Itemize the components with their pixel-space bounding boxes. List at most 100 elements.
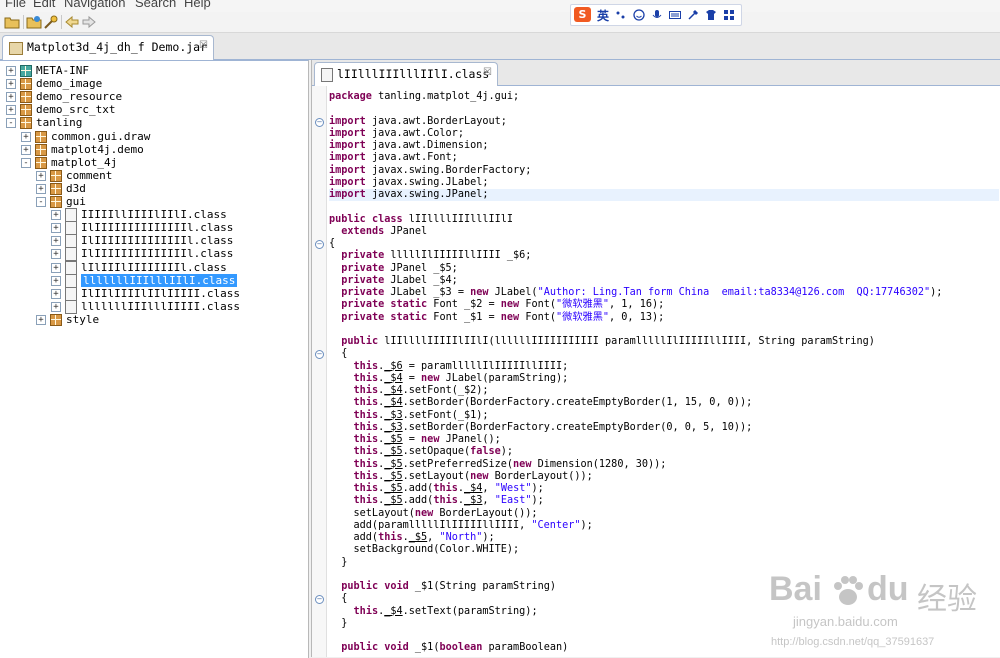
tree-item-package[interactable]: + comment bbox=[0, 169, 306, 182]
code-line[interactable]: this._$4.setFont(_$2); bbox=[329, 385, 999, 397]
code-line[interactable]: import javax.swing.JLabel; bbox=[329, 177, 999, 189]
open-file-icon[interactable] bbox=[4, 14, 20, 30]
code-line[interactable]: setBackground(Color.WHITE); bbox=[329, 544, 999, 556]
code-line[interactable]: this._$4.setBorder(BorderFactory.createE… bbox=[329, 397, 999, 409]
expand-icon[interactable]: + bbox=[6, 66, 16, 76]
tab-class-file[interactable]: lIIlllIIIlllIIlI.class ☒ bbox=[314, 62, 498, 86]
code-line[interactable]: this._$6 = paramlllllIlIIIIIllIIII; bbox=[329, 361, 999, 373]
expand-icon[interactable]: + bbox=[21, 144, 31, 155]
expand-icon[interactable]: + bbox=[51, 301, 61, 312]
expand-icon[interactable]: + bbox=[36, 314, 46, 325]
code-line[interactable]: import java.awt.Font; bbox=[329, 152, 999, 164]
collapse-icon[interactable]: - bbox=[36, 197, 46, 207]
tree-item-package[interactable]: + demo_resource bbox=[0, 90, 306, 104]
tree-item-class[interactable]: + lllllllIIIlllIIlI.class bbox=[0, 273, 306, 288]
expand-icon[interactable]: + bbox=[51, 262, 61, 273]
code-line[interactable]: public void _$1(String paramString) bbox=[329, 581, 999, 593]
expand-icon[interactable]: + bbox=[51, 236, 61, 247]
code-line[interactable]: package tanling.matplot_4j.gui; bbox=[329, 91, 999, 103]
sogou-logo-icon[interactable]: S bbox=[574, 7, 591, 22]
code-line[interactable]: import javax.swing.JPanel; bbox=[329, 189, 999, 201]
tree-item-class[interactable]: + lllllllIIIlllIIIII.class bbox=[0, 299, 306, 314]
expand-icon[interactable]: + bbox=[51, 210, 61, 221]
code-line[interactable]: this._$5.setOpaque(false); bbox=[329, 446, 999, 458]
tree-item-package[interactable]: + d3d bbox=[0, 182, 306, 195]
code-line[interactable]: this._$5.setPreferredSize(new Dimension(… bbox=[329, 459, 999, 471]
code-line[interactable]: import java.awt.Color; bbox=[329, 128, 999, 140]
menu-search[interactable]: Search bbox=[135, 0, 176, 10]
menu-file[interactable]: File bbox=[5, 0, 26, 10]
fold-toggle-icon[interactable]: − bbox=[315, 117, 324, 127]
tree-item-class[interactable]: + IlIIIIIIIIIIIIIIl.class bbox=[0, 247, 306, 262]
mic-icon[interactable] bbox=[651, 9, 663, 21]
code-line[interactable]: { bbox=[329, 593, 999, 605]
code-line[interactable]: this._$4 = new JLabel(paramString); bbox=[329, 373, 999, 385]
forward-arrow-icon[interactable] bbox=[81, 14, 97, 30]
code-line[interactable]: extends JPanel bbox=[329, 226, 999, 238]
tree-item-class[interactable]: + lIlIIIlIIIIIIIIl.class bbox=[0, 260, 306, 275]
tab-jar-file[interactable]: Matplot3d_4j_dh_f Demo.jar ☒ bbox=[2, 35, 214, 60]
code-line[interactable] bbox=[329, 569, 999, 581]
skin-icon[interactable] bbox=[705, 9, 717, 21]
code-line[interactable] bbox=[329, 630, 999, 642]
expand-icon[interactable]: + bbox=[6, 92, 16, 103]
code-line[interactable]: add(this._$5, "North"); bbox=[329, 532, 999, 544]
code-line[interactable]: public class lIIllllIIIlllIIlI bbox=[329, 214, 999, 226]
menu-edit[interactable]: Edit bbox=[33, 0, 55, 10]
code-line[interactable]: add(paramlllllIlIIIIIllIIII, "Center"); bbox=[329, 520, 999, 532]
code-line[interactable]: public void _$1(boolean paramBoolean) bbox=[329, 642, 999, 654]
code-line[interactable]: import java.awt.BorderLayout; bbox=[329, 116, 999, 128]
tools-icon[interactable] bbox=[687, 9, 699, 21]
code-line[interactable] bbox=[329, 324, 999, 336]
expand-icon[interactable]: + bbox=[21, 131, 31, 142]
code-line[interactable] bbox=[329, 103, 999, 115]
code-line[interactable] bbox=[329, 201, 999, 213]
code-line[interactable]: this._$5 = new JPanel(); bbox=[329, 434, 999, 446]
expand-icon[interactable]: + bbox=[51, 275, 61, 286]
code-line[interactable]: private static Font _$1 = new Font("微软雅黑… bbox=[329, 312, 999, 324]
code-line[interactable]: private JLabel _$4; bbox=[329, 275, 999, 287]
keyboard-icon[interactable] bbox=[669, 9, 681, 21]
menu-help[interactable]: Help bbox=[184, 0, 211, 10]
tree-item-class[interactable]: + IlIIIIIIIIIIIIIIl.class bbox=[0, 234, 306, 249]
expand-icon[interactable]: + bbox=[36, 170, 46, 181]
tree-item-package[interactable]: + demo_image bbox=[0, 77, 306, 91]
code-line[interactable]: private lllllIlIIIIIllIIII _$6; bbox=[329, 250, 999, 262]
code-line[interactable]: private JLabel _$3 = new JLabel("Author:… bbox=[329, 287, 999, 299]
tree-item-package[interactable]: - gui bbox=[0, 195, 306, 208]
fold-toggle-icon[interactable]: − bbox=[315, 595, 324, 605]
tree-item-package[interactable]: + META-INF bbox=[0, 64, 306, 77]
close-icon[interactable]: ☒ bbox=[483, 67, 492, 78]
code-line[interactable]: } bbox=[329, 618, 999, 630]
expand-icon[interactable]: + bbox=[6, 79, 16, 90]
open-type-icon[interactable] bbox=[26, 14, 42, 30]
punctuation-icon[interactable] bbox=[615, 9, 627, 21]
tree-item-class[interactable]: + IlIIIIIIIIIIIIIIl.class bbox=[0, 221, 306, 236]
code-line[interactable]: import javax.swing.BorderFactory; bbox=[329, 165, 999, 177]
tree-item-package[interactable]: - matplot_4j bbox=[0, 156, 306, 169]
search-icon[interactable] bbox=[43, 14, 59, 30]
menu-navigation[interactable]: Navigation bbox=[64, 0, 125, 10]
code-line[interactable]: this._$4.setText(paramString); bbox=[329, 606, 999, 618]
code-line[interactable]: this._$3.setFont(_$1); bbox=[329, 410, 999, 422]
tree-item-package[interactable]: + common.gui.draw bbox=[0, 130, 306, 143]
code-line[interactable]: this._$5.add(this._$4, "West"); bbox=[329, 483, 999, 495]
tree-item-class[interactable]: + IIIIIllIIIIlIIlI.class bbox=[0, 208, 306, 223]
code-line[interactable]: this._$3.setBorder(BorderFactory.createE… bbox=[329, 422, 999, 434]
expand-icon[interactable]: + bbox=[51, 249, 61, 260]
expand-icon[interactable]: + bbox=[51, 223, 61, 234]
code-line[interactable]: } bbox=[329, 557, 999, 569]
ime-language[interactable]: 英 bbox=[597, 7, 609, 24]
expand-icon[interactable]: + bbox=[36, 183, 46, 194]
close-icon[interactable]: ☒ bbox=[199, 40, 208, 51]
code-line[interactable]: { bbox=[329, 348, 999, 360]
code-line[interactable]: { bbox=[329, 238, 999, 250]
expand-icon[interactable]: + bbox=[6, 105, 16, 116]
code-line[interactable]: private static Font _$2 = new Font("微软雅黑… bbox=[329, 299, 999, 311]
code-line[interactable]: private JPanel _$5; bbox=[329, 263, 999, 275]
expand-icon[interactable]: + bbox=[51, 288, 61, 299]
code-line[interactable]: import java.awt.Dimension; bbox=[329, 140, 999, 152]
tree-item-package[interactable]: + style bbox=[0, 313, 306, 326]
fold-toggle-icon[interactable]: − bbox=[315, 350, 324, 360]
tree-item-package[interactable]: + demo_src_txt bbox=[0, 103, 306, 117]
